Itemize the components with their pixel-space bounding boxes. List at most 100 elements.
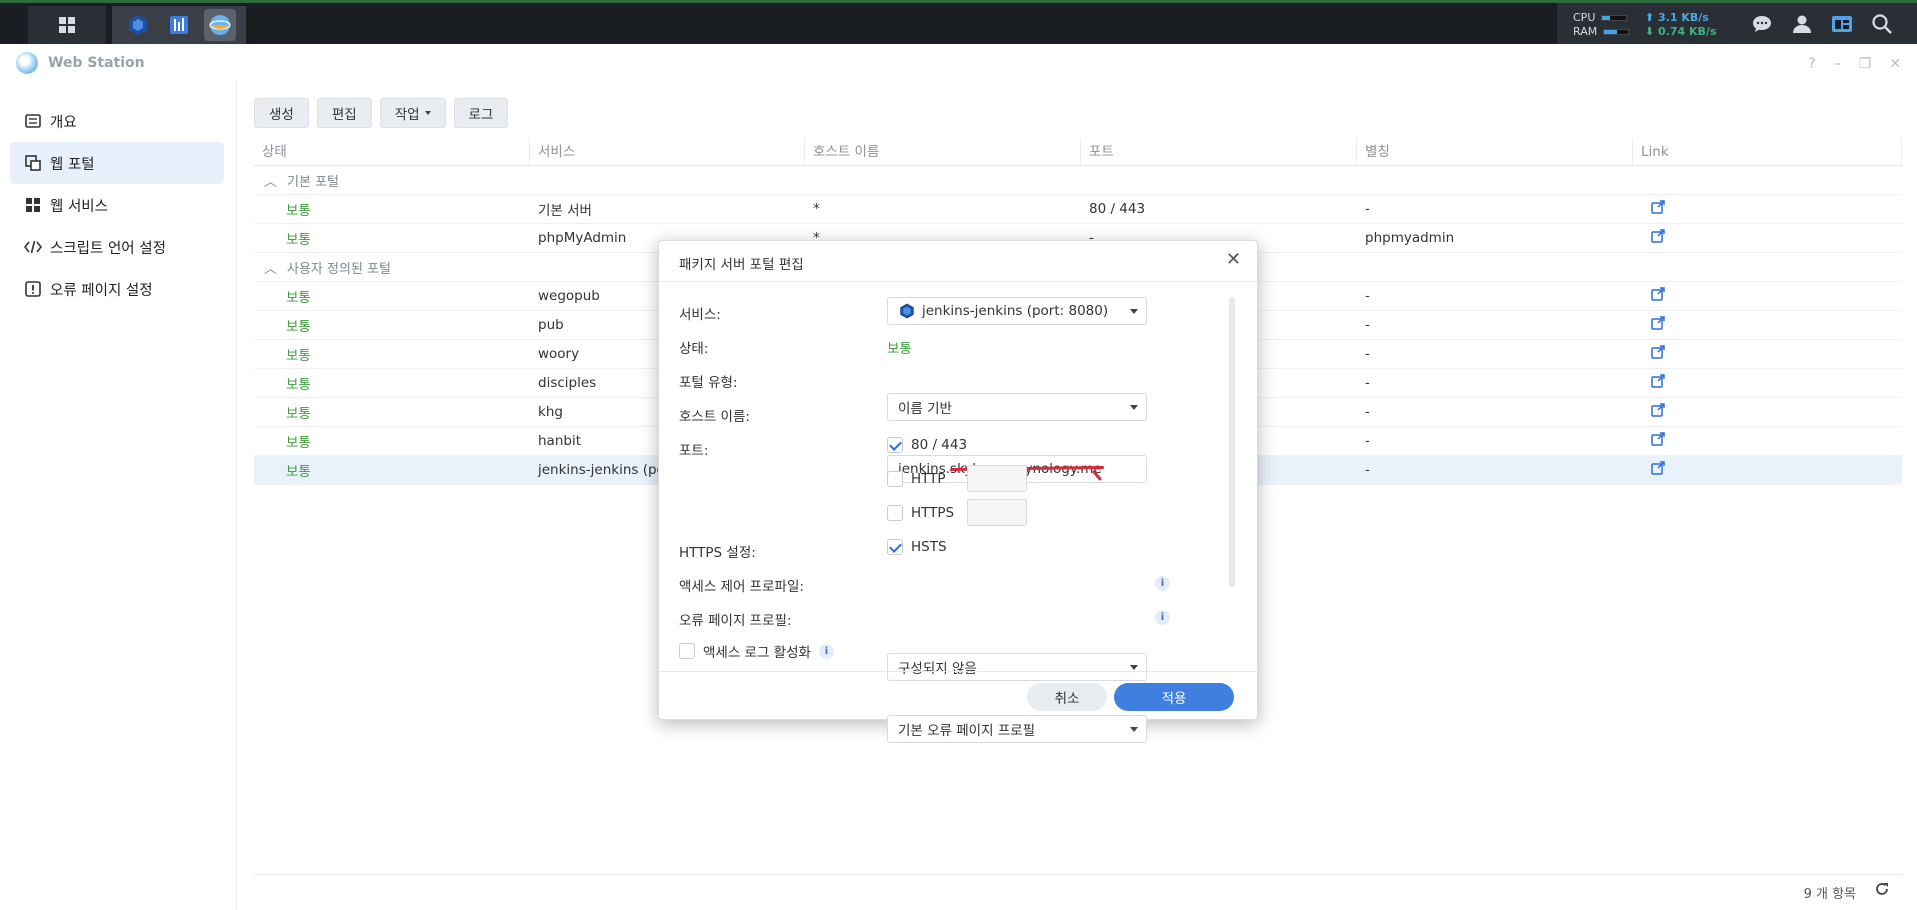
web-station-logo-icon xyxy=(16,52,38,74)
http-port-input[interactable] xyxy=(967,465,1027,492)
group-row-default[interactable]: ︿ 기본 포털 xyxy=(254,166,1902,195)
close-icon[interactable]: ✕ xyxy=(1226,249,1241,270)
external-link-icon[interactable] xyxy=(1651,200,1665,214)
taskbar-web-station[interactable] xyxy=(203,9,236,41)
grid-header: 상태 서비스 호스트 이름 포트 별칭 Link xyxy=(254,138,1902,166)
https-port-input[interactable] xyxy=(967,499,1027,526)
hsts-checkbox[interactable] xyxy=(887,539,903,555)
column-header-port[interactable]: 포트 xyxy=(1081,138,1357,165)
port-label: 포트: xyxy=(679,443,709,459)
cell-port: 80 / 443 xyxy=(1089,201,1146,217)
http-checkbox[interactable] xyxy=(887,470,903,487)
status-label: 상태: xyxy=(679,341,709,357)
info-icon[interactable]: i xyxy=(1155,576,1170,591)
external-link-icon[interactable] xyxy=(1651,229,1665,243)
error-profile-select[interactable]: 기본 오류 페이지 프로필 xyxy=(887,715,1147,743)
user-icon[interactable] xyxy=(1787,9,1817,39)
close-window-button[interactable]: ✕ xyxy=(1889,56,1901,72)
column-header-link[interactable]: Link xyxy=(1633,138,1902,165)
sidebar-item-overview[interactable]: 개요 xyxy=(10,100,224,142)
cell-link xyxy=(1633,229,1902,247)
external-link-icon[interactable] xyxy=(1651,316,1665,330)
download-speed: ⬇ 0.74 KB/s xyxy=(1645,25,1717,38)
external-link-icon[interactable] xyxy=(1651,374,1665,388)
access-log-checkbox[interactable] xyxy=(679,643,695,659)
service-select[interactable]: jenkins-jenkins (port: 8080) xyxy=(887,297,1147,325)
info-icon[interactable]: i xyxy=(1155,610,1170,625)
access-log-option[interactable]: 액세스 로그 활성화 i xyxy=(679,641,834,661)
http-option[interactable]: HTTP xyxy=(887,465,1027,492)
https-option[interactable]: HTTPS xyxy=(887,499,1027,526)
portal-type-value: 이름 기반 xyxy=(898,401,952,417)
create-button[interactable]: 생성 xyxy=(254,98,309,128)
portal-icon xyxy=(24,155,42,171)
external-link-icon[interactable] xyxy=(1651,432,1665,446)
dialog-scrollbar[interactable] xyxy=(1229,297,1235,587)
grid-icon xyxy=(24,198,42,212)
dialog-title: 패키지 서버 포털 편집 xyxy=(679,257,804,273)
ram-bar xyxy=(1603,29,1630,35)
cell-link xyxy=(1633,374,1902,392)
alert-icon xyxy=(24,281,42,297)
external-link-icon[interactable] xyxy=(1651,461,1665,475)
log-button[interactable]: 로그 xyxy=(453,98,509,128)
cell-link xyxy=(1633,200,1902,218)
cell-link xyxy=(1633,403,1902,421)
column-header-alias[interactable]: 별칭 xyxy=(1357,138,1633,165)
caret-down-icon xyxy=(1130,727,1138,732)
https-checkbox[interactable] xyxy=(887,504,903,521)
sidebar-item-error-page[interactable]: 오류 페이지 설정 xyxy=(10,268,224,310)
external-link-icon[interactable] xyxy=(1651,287,1665,301)
info-icon[interactable]: i xyxy=(818,643,834,659)
cell-alias: - xyxy=(1365,201,1370,217)
chat-icon[interactable] xyxy=(1747,9,1777,39)
chevron-up-icon: ︿ xyxy=(264,261,278,277)
access-profile-value: 구성되지 않음 xyxy=(898,661,977,677)
minimize-button[interactable]: – xyxy=(1834,56,1841,72)
cancel-button[interactable]: 취소 xyxy=(1027,683,1107,711)
http-label: HTTP xyxy=(911,470,946,487)
cell-status: 보통 xyxy=(286,377,311,393)
edit-button[interactable]: 편집 xyxy=(316,98,372,128)
resource-monitor[interactable]: CPU RAM xyxy=(1573,11,1630,39)
cell-alias: - xyxy=(1365,462,1370,478)
help-button[interactable]: ? xyxy=(1808,56,1815,72)
cell-alias: - xyxy=(1365,346,1370,362)
cell-link xyxy=(1633,345,1902,363)
sidebar-item-label: 오류 페이지 설정 xyxy=(50,282,153,299)
external-link-icon[interactable] xyxy=(1651,345,1665,359)
sidebar-item-script-language[interactable]: 스크립트 언어 설정 xyxy=(10,226,224,268)
refresh-icon[interactable] xyxy=(1874,881,1890,901)
column-header-service[interactable]: 서비스 xyxy=(530,138,805,165)
cell-status: 보통 xyxy=(286,232,311,248)
sidebar-item-label: 개요 xyxy=(50,114,77,131)
widgets-icon[interactable] xyxy=(1827,9,1857,39)
service-label: 서비스: xyxy=(679,307,721,323)
taskbar-container-manager[interactable] xyxy=(122,9,154,41)
table-row[interactable]: 보통 기본 서버 * 80 / 443 - xyxy=(254,195,1902,224)
taskbar-storage-manager[interactable] xyxy=(163,9,195,41)
apply-button[interactable]: 적용 xyxy=(1114,683,1234,711)
divider xyxy=(659,671,1259,672)
main-menu-button[interactable] xyxy=(28,6,106,44)
column-header-hostname[interactable]: 호스트 이름 xyxy=(805,138,1081,165)
sidebar-item-label: 스크립트 언어 설정 xyxy=(50,240,166,257)
external-link-icon[interactable] xyxy=(1651,403,1665,417)
sidebar-item-label: 웹 서비스 xyxy=(50,198,108,215)
edit-portal-dialog: 패키지 서버 포털 편집 ✕ 서비스: jenkins-jenkins (por… xyxy=(658,240,1259,743)
action-dropdown-button[interactable]: 작업 xyxy=(379,98,446,128)
window-titlebar[interactable]: Web Station ? – ❐ ✕ xyxy=(0,44,1917,82)
group-label: 사용자 정의된 포털 xyxy=(287,261,391,277)
maximize-button[interactable]: ❐ xyxy=(1859,56,1872,72)
portal-type-select[interactable]: 이름 기반 xyxy=(887,393,1147,421)
search-icon[interactable] xyxy=(1867,9,1897,39)
port-80-443-checkbox[interactable] xyxy=(887,437,903,453)
sidebar-item-web-service[interactable]: 웹 서비스 xyxy=(10,184,224,226)
toolbar: 생성 편집 작업 로그 xyxy=(254,98,509,128)
cell-alias: - xyxy=(1365,288,1370,304)
column-header-status[interactable]: 상태 xyxy=(254,138,530,165)
access-profile-select[interactable]: 구성되지 않음 xyxy=(887,653,1147,681)
hsts-option[interactable]: HSTS xyxy=(887,539,947,555)
port-80-443-option[interactable]: 80 / 443 xyxy=(887,437,967,453)
sidebar-item-web-portal[interactable]: 웹 포털 xyxy=(10,142,224,184)
